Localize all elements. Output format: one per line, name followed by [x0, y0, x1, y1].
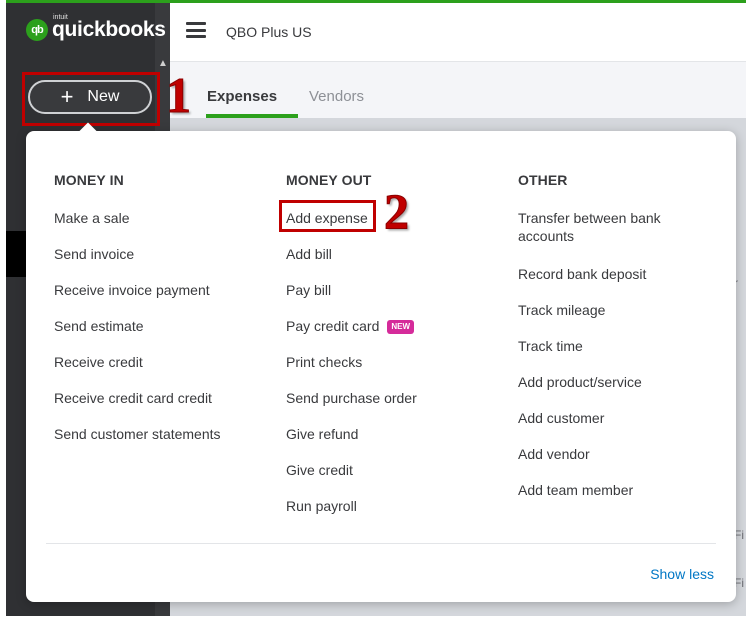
money-in-heading: MONEY IN	[54, 172, 124, 188]
menu-item-give-refund[interactable]: Give refund	[286, 425, 417, 461]
menu-item-add-product-service[interactable]: Add product/service	[518, 373, 708, 409]
other-heading: OTHER	[518, 172, 568, 188]
menu-item-run-payroll[interactable]: Run payroll	[286, 497, 417, 533]
qb-logo-icon: qb	[26, 19, 48, 41]
menu-item-record-bank-deposit[interactable]: Record bank deposit	[518, 265, 708, 301]
menu-item-pay-bill[interactable]: Pay bill	[286, 281, 417, 317]
money-in-column: MONEY IN Make a sale Send invoice Receiv…	[54, 172, 221, 461]
menu-item-send-customer-statements[interactable]: Send customer statements	[54, 425, 221, 461]
active-tab-indicator	[206, 114, 298, 118]
menu-item-add-team-member[interactable]: Add team member	[518, 481, 708, 517]
menu-divider	[46, 543, 716, 544]
menu-item-add-customer[interactable]: Add customer	[518, 409, 708, 445]
menu-item-add-vendor[interactable]: Add vendor	[518, 445, 708, 481]
quickbooks-logo[interactable]: qb intuit quickbooks	[26, 14, 166, 42]
annotation-step-2: 2	[384, 183, 410, 239]
show-less-link[interactable]: Show less	[650, 566, 714, 582]
logo-wordmark: intuit quickbooks	[52, 14, 166, 42]
tab-vendors[interactable]: Vendors	[309, 88, 364, 105]
logo-text: quickbooks	[52, 18, 166, 41]
menu-item-give-credit[interactable]: Give credit	[286, 461, 417, 497]
annotation-highlight-add-expense	[279, 200, 376, 232]
menu-item-send-invoice[interactable]: Send invoice	[54, 245, 221, 281]
menu-item-receive-credit-card-credit[interactable]: Receive credit card credit	[54, 389, 221, 425]
company-name: QBO Plus US	[226, 24, 312, 40]
top-header: QBO Plus US	[170, 0, 746, 62]
new-badge: NEW	[387, 320, 415, 334]
menu-item-receive-invoice-payment[interactable]: Receive invoice payment	[54, 281, 221, 317]
menu-item-make-a-sale[interactable]: Make a sale	[54, 209, 221, 245]
menu-item-add-bill[interactable]: Add bill	[286, 245, 417, 281]
menu-item-track-time[interactable]: Track time	[518, 337, 708, 373]
menu-item-pay-credit-card[interactable]: Pay credit card NEW	[286, 317, 417, 353]
menu-item-transfer-between-bank-accounts[interactable]: Transfer between bank accounts	[518, 209, 708, 265]
annotation-step-1: 1	[166, 67, 192, 123]
menu-item-receive-credit[interactable]: Receive credit	[54, 353, 221, 389]
tabs-bar: Expenses Vendors	[170, 62, 746, 118]
hamburger-menu-icon[interactable]	[186, 22, 206, 38]
tab-expenses[interactable]: Expenses	[207, 88, 277, 105]
menu-item-send-estimate[interactable]: Send estimate	[54, 317, 221, 353]
sidebar-active-strip	[6, 231, 26, 277]
other-column: OTHER Transfer between bank accounts Rec…	[518, 172, 708, 517]
annotation-highlight-new	[22, 72, 160, 126]
pay-credit-card-label: Pay credit card	[286, 318, 380, 334]
top-accent-bar	[6, 0, 746, 3]
menu-item-track-mileage[interactable]: Track mileage	[518, 301, 708, 337]
menu-item-send-purchase-order[interactable]: Send purchase order	[286, 389, 417, 425]
logo-intuit-text: intuit	[53, 14, 68, 21]
new-menu-dropdown: MONEY IN Make a sale Send invoice Receiv…	[26, 122, 736, 602]
menu-item-print-checks[interactable]: Print checks	[286, 353, 417, 389]
